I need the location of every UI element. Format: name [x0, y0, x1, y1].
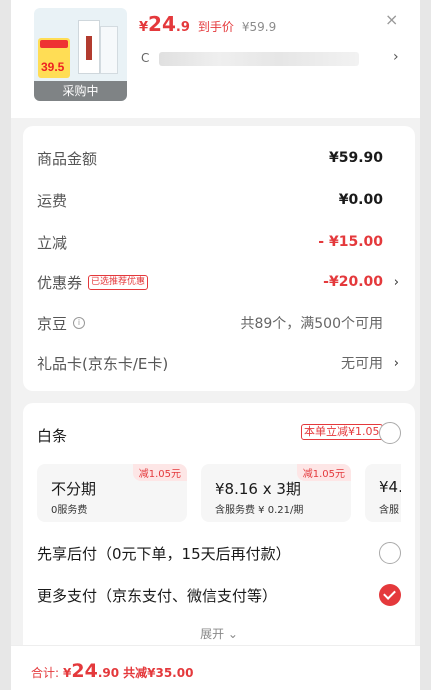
row-label: 运费 — [37, 191, 68, 210]
price-line: ¥ 24 .9 到手价 ¥59.9 — [139, 12, 276, 36]
total-decimal: .90 — [97, 666, 120, 680]
chevron-right-icon[interactable]: › — [393, 49, 399, 65]
plan-sub: 含服务费 ¥ 0.21/期 — [215, 505, 304, 516]
promo-price: 39.5 — [41, 60, 65, 74]
info-icon[interactable]: i — [73, 317, 86, 329]
row-value: -¥20.00 — [323, 274, 383, 290]
more-payment-option[interactable]: 更多支付（京东支付、微信支付等） — [37, 585, 277, 606]
product-title-redacted — [159, 52, 359, 66]
promo-sticker: 39.5 — [38, 38, 70, 78]
row-value: - ¥15.00 — [318, 234, 383, 250]
expand-button[interactable]: 展开 ⌄ — [23, 625, 415, 642]
price-currency: ¥ — [139, 20, 149, 35]
row-value: ¥59.90 — [328, 150, 383, 166]
row-label: 立减 — [37, 233, 68, 252]
plan-discount-badge: 减1.05元 — [296, 464, 351, 481]
total-label: 合计: — [31, 666, 60, 680]
row-value: ¥0.00 — [338, 192, 383, 208]
left-edge — [0, 0, 11, 690]
final-price-tag: 到手价 — [197, 20, 234, 34]
product-header: 39.5 采购中 ¥ 24 .9 到手价 ¥59.9 × C › — [11, 0, 420, 118]
row-jingdou: 京豆 i 共89个，满500个可用 — [37, 311, 403, 335]
row-value: 共89个，满500个可用 — [240, 316, 383, 332]
product-thumbnail[interactable]: 39.5 采购中 — [34, 8, 127, 101]
total-integer: 24 — [71, 660, 98, 682]
coupon-badge: 已选推荐优惠 — [88, 274, 149, 290]
pay-later-radio[interactable] — [379, 542, 401, 564]
row-instant-discount: 立减 - ¥15.00 — [37, 230, 403, 254]
row-shipping: 运费 ¥0.00 — [37, 188, 403, 212]
baitiao-radio[interactable] — [379, 422, 401, 444]
original-price: ¥59.9 — [241, 20, 277, 34]
row-label: 京豆 — [37, 314, 68, 333]
checkout-sheet: 39.5 采购中 ¥ 24 .9 到手价 ¥59.9 × C › 商品金额 ¥5… — [11, 0, 420, 690]
plan-title: ¥8.16 x 3期 — [215, 480, 301, 498]
plan-discount-badge: 减1.05元 — [132, 464, 187, 481]
more-payment-radio[interactable] — [379, 584, 401, 606]
row-label: 优惠券 — [37, 273, 83, 292]
row-coupon[interactable]: 优惠券 已选推荐优惠 -¥20.00 › — [37, 270, 403, 294]
thumb-status-label: 采购中 — [34, 81, 127, 101]
close-icon[interactable]: × — [385, 10, 398, 29]
row-value: 无可用 — [341, 356, 383, 372]
baitiao-title: 白条 — [37, 427, 68, 445]
fee-summary-card: 商品金额 ¥59.90 运费 ¥0.00 立减 - ¥15.00 优惠券 已选推… — [23, 126, 415, 391]
plan-option[interactable]: ¥4. 含服 — [365, 464, 401, 522]
plan-title: 不分期 — [51, 480, 97, 498]
installment-plans: 不分期 0服务费 减1.05元 ¥8.16 x 3期 含服务费 ¥ 0.21/期… — [37, 464, 401, 524]
row-goods-amount: 商品金额 ¥59.90 — [37, 146, 403, 170]
row-label: 礼品卡(京东卡/E卡) — [37, 354, 169, 373]
row-label: 商品金额 — [37, 149, 98, 168]
product-box-image-2 — [100, 26, 118, 74]
chevron-right-icon[interactable]: › — [394, 275, 399, 290]
plan-option[interactable]: ¥8.16 x 3期 含服务费 ¥ 0.21/期 减1.05元 — [201, 464, 351, 522]
price-decimal: .9 — [175, 20, 190, 35]
baitiao-discount-badge: 本单立减¥1.05 — [301, 424, 383, 440]
row-gift-card[interactable]: 礼品卡(京东卡/E卡) 无可用 › — [37, 351, 403, 375]
chevron-right-icon[interactable]: › — [394, 356, 399, 371]
checkout-footer: 合计: ¥ 24 .90 共减¥35.00 — [11, 645, 420, 690]
plan-title: ¥4. — [379, 478, 401, 496]
price-integer: 24 — [148, 12, 176, 36]
product-bottle-image — [86, 36, 92, 60]
order-total: 合计: ¥ 24 .90 共减¥35.00 — [31, 660, 193, 682]
pay-later-option[interactable]: 先享后付（0元下单，15天后再付款） — [37, 543, 291, 564]
right-edge — [420, 0, 431, 690]
total-saved: 共减¥35.00 — [123, 666, 194, 680]
plan-sub: 含服 — [379, 505, 399, 516]
plan-option[interactable]: 不分期 0服务费 减1.05元 — [37, 464, 187, 522]
total-currency: ¥ — [63, 666, 72, 680]
plan-sub: 0服务费 — [51, 505, 88, 516]
